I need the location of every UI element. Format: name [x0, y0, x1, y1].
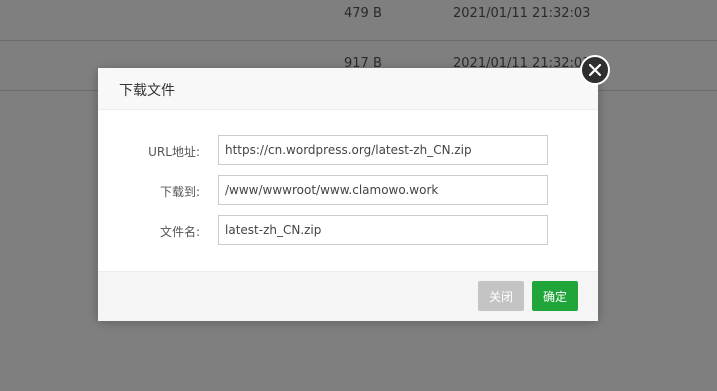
- dialog-title: 下载文件: [119, 83, 175, 99]
- save-path-row: 下载到:: [98, 175, 598, 205]
- url-row: URL地址:: [98, 135, 598, 165]
- dialog-close-button[interactable]: [580, 55, 610, 85]
- filename-row: 文件名:: [98, 215, 598, 245]
- dialog-header: 下载文件: [98, 68, 598, 110]
- close-icon: [589, 64, 601, 76]
- filename-label: 文件名:: [159, 225, 200, 239]
- dialog-footer: 关闭 确定: [98, 271, 598, 321]
- url-label: URL地址:: [148, 145, 200, 159]
- save-path-label: 下载到:: [159, 185, 200, 199]
- save-path-input[interactable]: [218, 175, 548, 205]
- url-input[interactable]: [218, 135, 548, 165]
- confirm-button[interactable]: 确定: [532, 281, 578, 311]
- download-file-dialog: 下载文件 URL地址: 下载到: 文件名: 关闭 确定: [98, 68, 598, 321]
- filename-input[interactable]: [218, 215, 548, 245]
- close-button[interactable]: 关闭: [478, 281, 524, 311]
